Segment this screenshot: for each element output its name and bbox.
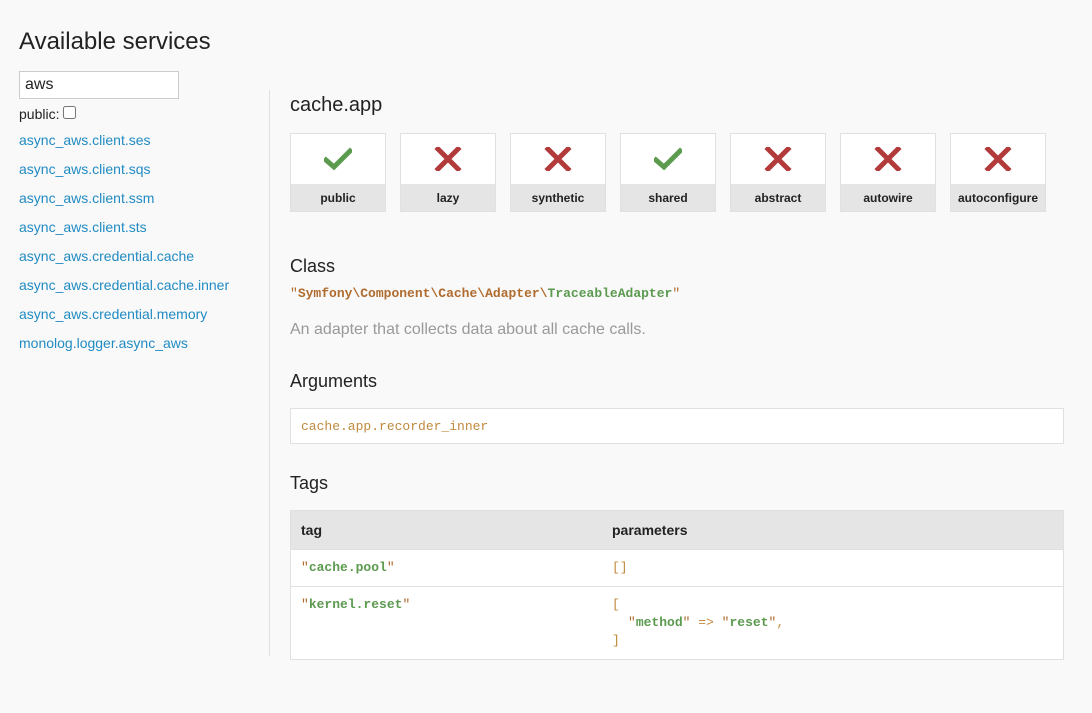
table-row: "cache.pool" []	[290, 549, 1064, 587]
flag-label: synthetic	[511, 184, 605, 211]
checkmark-icon	[654, 147, 682, 171]
class-namespace-part: Cache	[438, 286, 478, 301]
service-link[interactable]: monolog.logger.async_aws	[19, 335, 188, 351]
tag-name: cache.pool	[308, 560, 387, 575]
flag-card: abstract	[730, 133, 826, 212]
parameters-cell: []	[602, 549, 1064, 587]
service-title: cache.app	[290, 94, 383, 116]
service-link[interactable]: async_aws.credential.cache.inner	[19, 277, 229, 293]
flag-icon-slot	[841, 134, 935, 184]
table-header-row: tag parameters	[290, 510, 1064, 550]
list-item: async_aws.client.ssm	[19, 190, 259, 219]
list-item: async_aws.credential.memory	[19, 306, 259, 335]
flag-icon-slot	[401, 134, 495, 184]
tags-section-title: Tags	[290, 473, 329, 493]
service-search-input[interactable]	[19, 71, 179, 99]
flag-icon-slot	[951, 134, 1045, 184]
cross-icon	[874, 147, 902, 171]
sidebar-divider	[269, 90, 270, 656]
tags-table: tag parameters "cache.pool" [] "kernel.r…	[290, 510, 1064, 660]
public-filter-checkbox[interactable]	[63, 105, 77, 119]
class-namespace-part: Component	[360, 286, 431, 301]
table-row: "kernel.reset" [ "method" => "reset", ]	[290, 586, 1064, 660]
checkmark-icon	[324, 147, 352, 171]
flag-label: shared	[621, 184, 715, 211]
public-filter-label: public:	[19, 106, 60, 122]
service-details: cache.app public lazy synthetic shared a…	[290, 90, 1064, 660]
service-flags: public lazy synthetic shared abstract au…	[290, 133, 1064, 212]
class-description: An adapter that collects data about all …	[290, 321, 646, 338]
flag-icon-slot	[621, 134, 715, 184]
flag-card: shared	[620, 133, 716, 212]
cross-icon	[544, 147, 572, 171]
tag-name: kernel.reset	[308, 597, 403, 612]
flag-card: lazy	[400, 133, 496, 212]
page-title: Available services	[19, 28, 211, 55]
flag-label: public	[291, 184, 385, 211]
service-link[interactable]: async_aws.client.ssm	[19, 190, 154, 206]
list-item: async_aws.credential.cache	[19, 248, 259, 277]
parameters-column-header: parameters	[602, 510, 1064, 550]
flag-icon-slot	[291, 134, 385, 184]
service-link[interactable]: async_aws.client.ses	[19, 132, 151, 148]
flag-icon-slot	[731, 134, 825, 184]
arguments-section-title: Arguments	[290, 371, 378, 391]
cross-icon	[764, 147, 792, 171]
list-item: monolog.logger.async_aws	[19, 335, 259, 364]
service-link[interactable]: async_aws.credential.memory	[19, 306, 207, 322]
public-filter: public:	[19, 105, 259, 123]
parameters-cell: [ "method" => "reset", ]	[602, 586, 1064, 660]
argument-value: cache.app.recorder_inner	[290, 408, 1064, 444]
list-item: async_aws.client.ses	[19, 132, 259, 161]
class-namespace-part: Adapter	[485, 286, 540, 301]
tag-cell: "cache.pool"	[290, 549, 602, 587]
class-section-title: Class	[290, 256, 336, 276]
flag-card: autoconfigure	[950, 133, 1046, 212]
flag-label: autoconfigure	[951, 184, 1045, 211]
flag-icon-slot	[511, 134, 605, 184]
service-link[interactable]: async_aws.credential.cache	[19, 248, 194, 264]
flag-card: synthetic	[510, 133, 606, 212]
service-list: async_aws.client.ses async_aws.client.sq…	[19, 132, 259, 364]
class-short-name: TraceableAdapter	[547, 286, 673, 301]
list-item: async_aws.client.sts	[19, 219, 259, 248]
sidebar: public: async_aws.client.ses async_aws.c…	[19, 71, 259, 364]
parameter-key: method	[635, 615, 683, 630]
flag-label: abstract	[731, 184, 825, 211]
service-link[interactable]: async_aws.client.sts	[19, 219, 147, 235]
parameter-value: reset	[729, 615, 769, 630]
service-container-page: Available services public: async_aws.cli…	[0, 0, 1092, 713]
tag-column-header: tag	[290, 510, 602, 550]
cross-icon	[984, 147, 1012, 171]
flag-label: autowire	[841, 184, 935, 211]
flag-card: public	[290, 133, 386, 212]
empty-parameters: []	[612, 560, 628, 575]
tag-cell: "kernel.reset"	[290, 586, 602, 660]
list-item: async_aws.credential.cache.inner	[19, 277, 259, 306]
class-namespace-part: Symfony	[297, 286, 353, 301]
cross-icon	[434, 147, 462, 171]
service-link[interactable]: async_aws.client.sqs	[19, 161, 151, 177]
parameter-arrow: =>	[698, 615, 714, 630]
service-class-name: "Symfony\Component\Cache\Adapter\Traceab…	[290, 286, 681, 301]
flag-card: autowire	[840, 133, 936, 212]
list-item: async_aws.client.sqs	[19, 161, 259, 190]
flag-label: lazy	[401, 184, 495, 211]
